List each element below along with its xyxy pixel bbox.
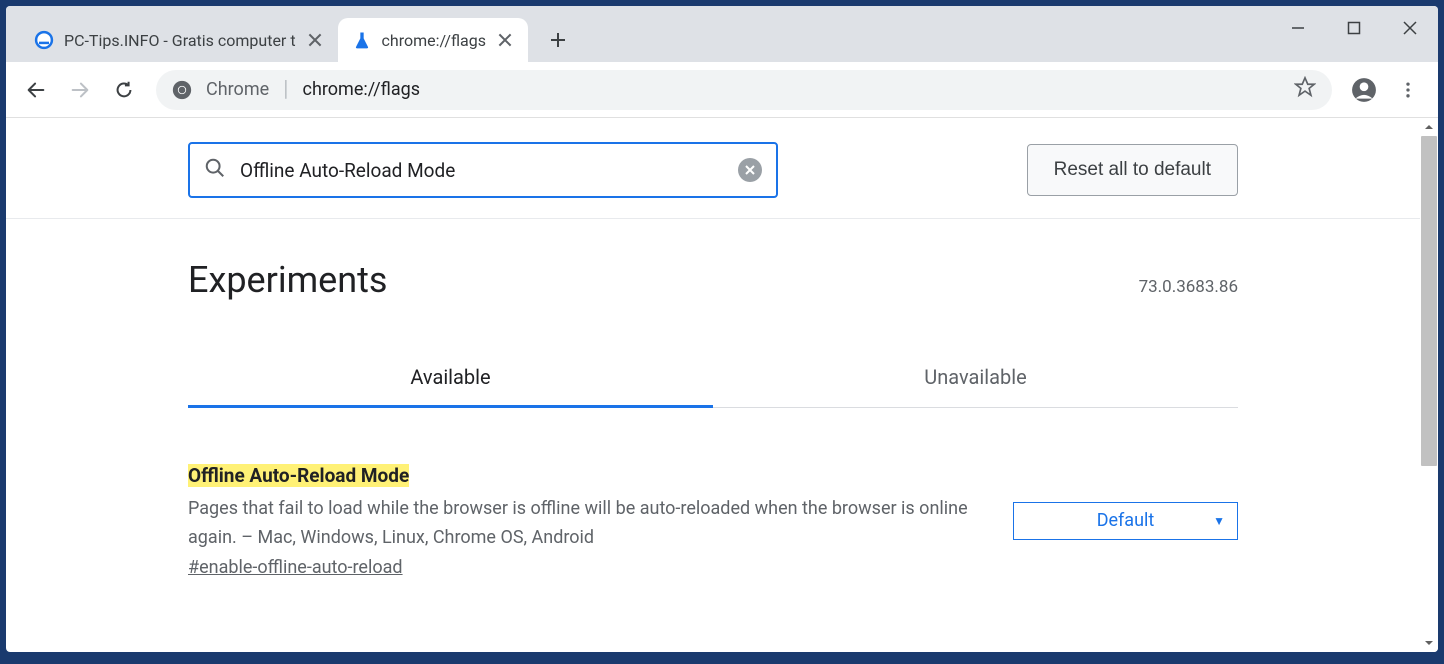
browser-tab-active[interactable]: chrome://flags xyxy=(338,18,528,62)
chrome-version: 73.0.3683.86 xyxy=(1139,277,1238,297)
flags-page: Offline Auto-Reload Mode Reset all to de… xyxy=(6,118,1420,652)
browser-window: PC-Tips.INFO - Gratis computer t chrome:… xyxy=(6,6,1438,652)
flags-search-input[interactable]: Offline Auto-Reload Mode xyxy=(188,142,778,198)
flags-body: Experiments 73.0.3683.86 Available Unava… xyxy=(188,219,1238,598)
reload-button[interactable] xyxy=(104,70,144,110)
select-value: Default xyxy=(1097,510,1155,531)
maximize-button[interactable] xyxy=(1326,6,1382,50)
flag-item: Offline Auto-Reload Mode Pages that fail… xyxy=(188,408,1238,598)
page-title: Experiments xyxy=(188,259,387,301)
search-icon xyxy=(204,157,226,184)
scroll-up-icon[interactable] xyxy=(1420,118,1438,136)
tab-strip: PC-Tips.INFO - Gratis computer t chrome:… xyxy=(6,6,1438,62)
profile-button[interactable] xyxy=(1344,70,1384,110)
omnibox-prefix: Chrome xyxy=(206,79,269,100)
scroll-down-icon[interactable] xyxy=(1420,634,1438,652)
flags-header: Offline Auto-Reload Mode Reset all to de… xyxy=(6,118,1420,219)
scroll-thumb[interactable] xyxy=(1421,136,1437,466)
window-controls xyxy=(1270,6,1438,50)
flag-title: Offline Auto-Reload Mode xyxy=(188,464,409,487)
chrome-icon xyxy=(172,80,192,100)
tab-title: chrome://flags xyxy=(382,31,486,50)
minimize-button[interactable] xyxy=(1270,6,1326,50)
tab-title: PC-Tips.INFO - Gratis computer t xyxy=(64,31,296,50)
address-bar[interactable]: Chrome | chrome://flags xyxy=(156,70,1332,110)
bookmark-star-icon[interactable] xyxy=(1294,76,1316,103)
search-value: Offline Auto-Reload Mode xyxy=(240,159,738,182)
flag-hash-link[interactable]: #enable-offline-auto-reload xyxy=(188,557,403,578)
flag-state-select[interactable]: Default ▼ xyxy=(1013,502,1238,540)
tab-available[interactable]: Available xyxy=(188,349,713,408)
menu-button[interactable] xyxy=(1388,70,1428,110)
back-button[interactable] xyxy=(16,70,56,110)
tab-unavailable[interactable]: Unavailable xyxy=(713,349,1238,408)
clear-search-icon[interactable] xyxy=(738,158,762,182)
flask-favicon-icon xyxy=(352,30,372,50)
flags-tabs: Available Unavailable xyxy=(188,349,1238,408)
globe-favicon-icon xyxy=(34,30,54,50)
vertical-scrollbar[interactable] xyxy=(1420,118,1438,652)
flag-description: Pages that fail to load while the browse… xyxy=(188,495,983,553)
browser-tab-inactive[interactable]: PC-Tips.INFO - Gratis computer t xyxy=(20,18,338,62)
forward-button[interactable] xyxy=(60,70,100,110)
reset-all-button[interactable]: Reset all to default xyxy=(1027,144,1238,196)
close-window-button[interactable] xyxy=(1382,6,1438,50)
omnibox-url: chrome://flags xyxy=(303,79,421,100)
browser-toolbar: Chrome | chrome://flags xyxy=(6,62,1438,118)
close-icon[interactable] xyxy=(496,31,514,49)
chevron-down-icon: ▼ xyxy=(1213,514,1225,528)
new-tab-button[interactable] xyxy=(540,22,576,58)
content-area: Offline Auto-Reload Mode Reset all to de… xyxy=(6,118,1438,652)
close-icon[interactable] xyxy=(306,31,324,49)
omnibox-separator: | xyxy=(283,77,288,102)
